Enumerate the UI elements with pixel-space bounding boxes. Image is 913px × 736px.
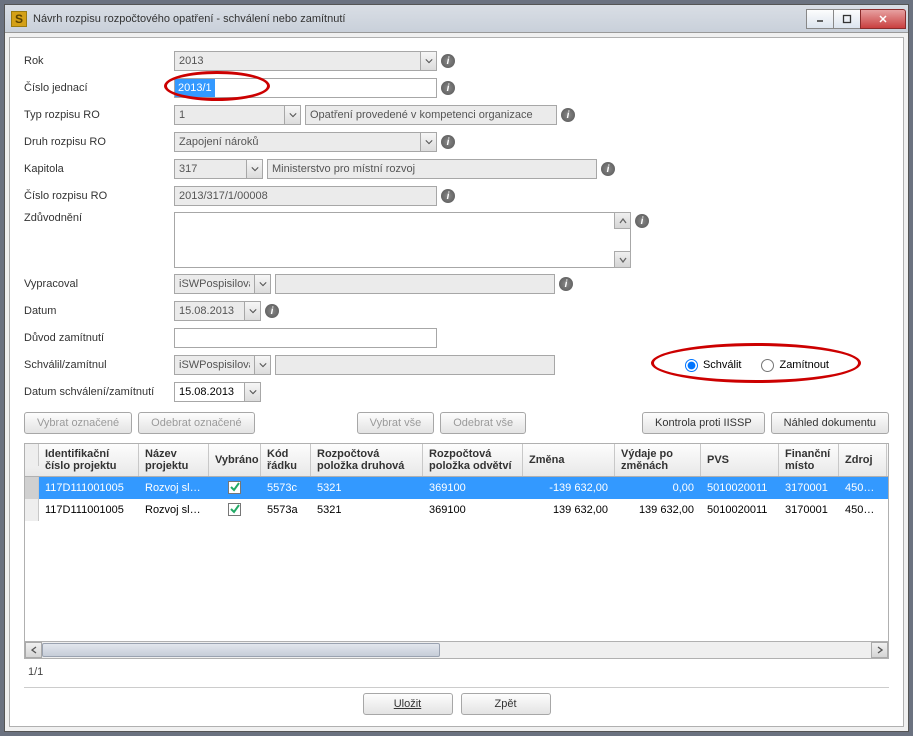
schvalit-radio[interactable]: Schválit (685, 359, 742, 372)
col-after[interactable]: Výdaje po změnách (615, 444, 701, 476)
pager: 1/1 (24, 664, 889, 680)
typ-rozpisu-desc (305, 105, 557, 125)
info-icon[interactable]: i (441, 189, 455, 203)
col-project-id[interactable]: Identifikační číslo projektu (39, 444, 139, 476)
odebrat-vse-button[interactable]: Odebrat vše (440, 412, 526, 434)
schvalil-select[interactable] (174, 355, 254, 375)
zpet-button[interactable]: Zpět (461, 693, 551, 715)
typ-rozpisu-label: Typ rozpisu RO (24, 109, 174, 121)
chevron-down-icon[interactable] (244, 301, 261, 321)
scroll-thumb[interactable] (42, 643, 440, 657)
vybrat-oznacene-button[interactable]: Vybrat označené (24, 412, 132, 434)
zduvodneni-textarea[interactable] (174, 212, 631, 268)
schvalil-desc (275, 355, 555, 375)
kapitola-select[interactable] (174, 159, 246, 179)
chevron-down-icon[interactable] (254, 274, 271, 294)
col-selected[interactable]: Vybráno (209, 444, 261, 476)
zamitnout-radio[interactable]: Zamítnout (761, 359, 829, 372)
rok-select[interactable] (174, 51, 420, 71)
datum-label: Datum (24, 305, 174, 317)
info-icon[interactable]: i (441, 54, 455, 68)
druh-rozpisu-select[interactable] (174, 132, 420, 152)
chevron-down-icon[interactable] (246, 159, 263, 179)
vybrat-vse-button[interactable]: Vybrat vše (357, 412, 435, 434)
data-table: Identifikační číslo projektu Název proje… (24, 443, 889, 659)
horizontal-scrollbar[interactable] (25, 641, 888, 658)
close-button[interactable] (860, 9, 906, 29)
content-area: Rok i Číslo jednací 2013/1 i Typ rozpisu… (9, 37, 904, 727)
col-project-name[interactable]: Název projektu (139, 444, 209, 476)
cislo-rozpisu-label: Číslo rozpisu RO (24, 190, 174, 202)
table-row[interactable]: 117D111001005Rozvoj slu...5573a532136910… (25, 499, 888, 521)
kapitola-label: Kapitola (24, 163, 174, 175)
datum-input[interactable] (174, 301, 244, 321)
col-item-kind[interactable]: Rozpočtová položka druhová (311, 444, 423, 476)
odebrat-oznacene-button[interactable]: Odebrat označené (138, 412, 255, 434)
scroll-down-icon[interactable] (614, 251, 631, 268)
col-row-code[interactable]: Kód řádku (261, 444, 311, 476)
cislo-rozpisu-input (174, 186, 437, 206)
kapitola-desc (267, 159, 597, 179)
col-pvs[interactable]: PVS (701, 444, 779, 476)
chevron-down-icon[interactable] (420, 51, 437, 71)
scroll-up-icon[interactable] (614, 212, 631, 229)
nahled-button[interactable]: Náhled dokumentu (771, 412, 889, 434)
datum-schvaleni-input[interactable] (174, 382, 244, 402)
col-fin[interactable]: Finanční místo (779, 444, 839, 476)
info-icon[interactable]: i (561, 108, 575, 122)
duvod-zamitnuti-label: Důvod zamítnutí (24, 332, 174, 344)
col-src[interactable]: Zdroj (839, 444, 887, 476)
scroll-left-icon[interactable] (25, 642, 42, 658)
table-row[interactable]: 117D111001005Rozvoj slu...5573c532136910… (25, 477, 888, 499)
typ-rozpisu-select[interactable] (174, 105, 284, 125)
maximize-button[interactable] (833, 9, 861, 29)
window-title: Návrh rozpisu rozpočtového opatření - sc… (33, 13, 807, 25)
title-bar[interactable]: Návrh rozpisu rozpočtového opatření - sc… (5, 5, 908, 33)
zduvodneni-label: Zdůvodnění (24, 212, 174, 224)
scroll-right-icon[interactable] (871, 642, 888, 658)
vypracoval-desc (275, 274, 555, 294)
druh-rozpisu-label: Druh rozpisu RO (24, 136, 174, 148)
cislo-jednaci-value[interactable]: 2013/1 (175, 79, 215, 97)
info-icon[interactable]: i (559, 277, 573, 291)
col-change[interactable]: Změna (523, 444, 615, 476)
vypracoval-select[interactable] (174, 274, 254, 294)
col-item-ind[interactable]: Rozpočtová položka odvětví (423, 444, 523, 476)
rok-label: Rok (24, 55, 174, 67)
ulozit-button[interactable]: Uložit (363, 693, 453, 715)
minimize-button[interactable] (806, 9, 834, 29)
datum-schvaleni-label: Datum schválení/zamítnutí (24, 386, 174, 398)
info-icon[interactable]: i (635, 214, 649, 228)
info-icon[interactable]: i (601, 162, 615, 176)
duvod-zamitnuti-input[interactable] (174, 328, 437, 348)
app-icon (11, 11, 27, 27)
chevron-down-icon[interactable] (420, 132, 437, 152)
kontrola-button[interactable]: Kontrola proti IISSP (642, 412, 765, 434)
info-icon[interactable]: i (265, 304, 279, 318)
schvalil-label: Schválil/zamítnul (24, 359, 174, 371)
chevron-down-icon[interactable] (254, 355, 271, 375)
chevron-down-icon[interactable] (284, 105, 301, 125)
info-icon[interactable]: i (441, 81, 455, 95)
vypracoval-label: Vypracoval (24, 278, 174, 290)
chevron-down-icon[interactable] (244, 382, 261, 402)
cislo-jednaci-label: Číslo jednací (24, 82, 174, 94)
info-icon[interactable]: i (441, 135, 455, 149)
app-window: Návrh rozpisu rozpočtového opatření - sc… (4, 4, 909, 732)
